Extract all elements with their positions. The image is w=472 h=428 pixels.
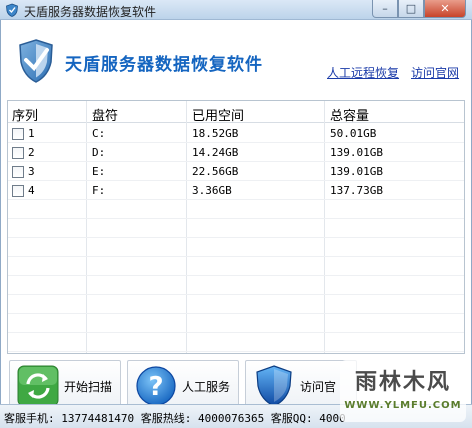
empty-row — [8, 296, 464, 314]
shield-icon — [256, 365, 292, 407]
row-used: 22.56GB — [192, 165, 239, 178]
visit-site-label: 访问官 — [300, 380, 337, 394]
row-total: 137.73GB — [330, 184, 383, 197]
row-checkbox[interactable] — [12, 128, 24, 140]
empty-row — [8, 220, 464, 238]
empty-row — [8, 277, 464, 295]
close-button[interactable]: ✕ — [424, 0, 466, 18]
row-total: 139.01GB — [330, 146, 383, 159]
empty-row — [8, 258, 464, 276]
brand-title: 天盾服务器数据恢复软件 — [65, 55, 263, 75]
row-checkbox[interactable] — [12, 166, 24, 178]
table-row[interactable]: 4 F: 3.36GB 137.73GB — [8, 182, 464, 200]
header: 天盾服务器数据恢复软件 人工远程恢复 访问官网 — [9, 24, 465, 98]
row-total: 139.01GB — [330, 165, 383, 178]
table-row[interactable]: 3 E: 22.56GB 139.01GB — [8, 163, 464, 181]
title-bar: 天盾服务器数据恢复软件 – □ ✕ — [0, 0, 472, 20]
row-index: 2 — [28, 146, 35, 159]
watermark-logo: 雨林木风 WWW.YLMFU.COM — [340, 360, 466, 422]
app-shield-icon — [6, 3, 18, 17]
contact-info: 客服手机: 13774481470 客服热线: 4000076365 客服QQ:… — [4, 412, 346, 425]
empty-row — [8, 201, 464, 219]
shield-logo-icon — [19, 39, 53, 83]
watermark-url: WWW.YLMFU.COM — [344, 400, 462, 411]
help-icon: ? — [136, 366, 176, 406]
row-checkbox[interactable] — [12, 147, 24, 159]
row-drive: E: — [92, 165, 106, 178]
empty-row — [8, 334, 464, 352]
maximize-button[interactable]: □ — [398, 0, 424, 18]
window-title: 天盾服务器数据恢复软件 — [24, 5, 157, 19]
row-total: 50.01GB — [330, 127, 377, 140]
empty-row — [8, 239, 464, 257]
official-site-link[interactable]: 访问官网 — [411, 64, 459, 81]
row-drive: F: — [92, 184, 106, 197]
column-header-used[interactable]: 已用空间 — [192, 105, 244, 124]
row-checkbox[interactable] — [12, 185, 24, 197]
minimize-button[interactable]: – — [372, 0, 398, 18]
start-scan-button[interactable]: 开始扫描 — [9, 360, 121, 410]
manual-service-button[interactable]: ? 人工服务 — [127, 360, 239, 410]
empty-row — [8, 315, 464, 333]
watermark-title: 雨林木风 — [354, 370, 451, 395]
column-header-index[interactable]: 序列 — [12, 105, 38, 124]
row-used: 18.52GB — [192, 127, 239, 140]
row-index: 4 — [28, 184, 35, 197]
row-used: 3.36GB — [192, 184, 232, 197]
table-row[interactable]: 1 C: 18.52GB 50.01GB — [8, 125, 464, 143]
refresh-icon — [17, 365, 59, 407]
table-header: 序列 盘符 已用空间 总容量 — [8, 101, 464, 124]
row-index: 3 — [28, 165, 35, 178]
table-row[interactable]: 2 D: 14.24GB 139.01GB — [8, 144, 464, 162]
start-scan-label: 开始扫描 — [64, 380, 113, 394]
svg-text:?: ? — [148, 372, 163, 402]
row-index: 1 — [28, 127, 35, 140]
row-used: 14.24GB — [192, 146, 239, 159]
remote-recovery-link[interactable]: 人工远程恢复 — [327, 64, 399, 81]
column-header-drive[interactable]: 盘符 — [92, 105, 118, 124]
row-drive: C: — [92, 127, 106, 140]
drive-table: 序列 盘符 已用空间 总容量 1 C: 18.52GB 50.01GB 2 D:… — [7, 100, 465, 354]
manual-service-label: 人工服务 — [182, 380, 231, 394]
column-header-total[interactable]: 总容量 — [330, 105, 369, 124]
row-drive: D: — [92, 146, 106, 159]
